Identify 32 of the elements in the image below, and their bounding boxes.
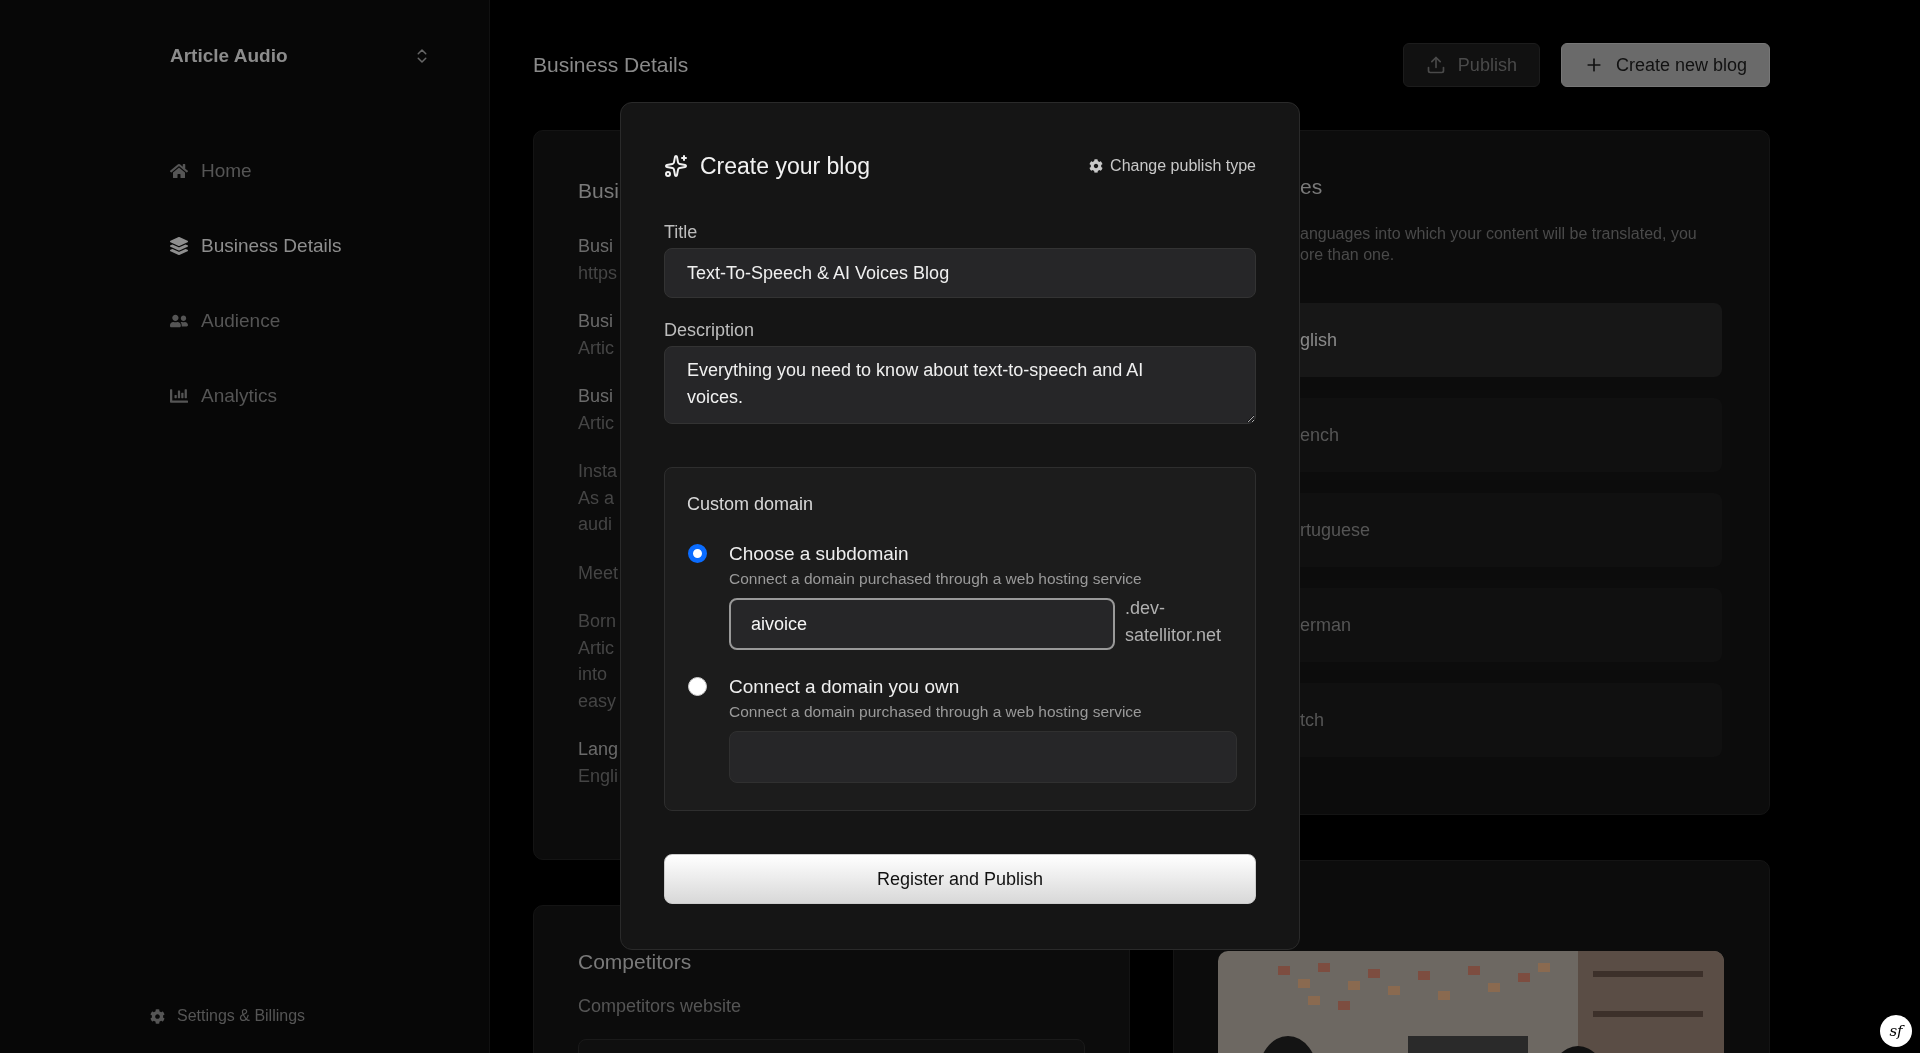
text-line: Born [578, 610, 617, 633]
text-line: As a [578, 486, 615, 510]
field-value: Artic [578, 336, 614, 360]
text-line: into [578, 663, 608, 686]
description-line: anguages into which your content will be translated, you [1300, 224, 1697, 244]
field-value: https [578, 261, 618, 285]
page-title: Business Details [533, 53, 689, 77]
dialog-title: Create your blog [700, 152, 871, 180]
text-line: Insta [578, 460, 618, 483]
option-label: Choose a subdomain [729, 543, 910, 565]
option-hint: Connect a domain purchased through a web hosting service [729, 703, 1143, 721]
field-label: Busi [578, 385, 613, 408]
card-heading: Competitors [578, 950, 693, 974]
text-line: audi [578, 513, 613, 536]
field-label: Busi [578, 310, 613, 333]
field-label: Competitors website [578, 996, 743, 1017]
text-line: Meet [578, 561, 619, 585]
field-label: Title [664, 222, 699, 243]
field-value: Artic [578, 411, 614, 435]
field-label: Lang [578, 738, 619, 761]
text-line: easy [578, 689, 617, 713]
option-label: Connect a domain you own [729, 676, 961, 698]
card-heading: Busi [578, 179, 620, 203]
app-title: Article Audio [170, 45, 288, 67]
text-line: Artic [578, 636, 614, 660]
section-heading: Custom domain [687, 494, 815, 515]
option-hint: Connect a domain purchased through a web hosting service [729, 570, 1143, 588]
field-label: Description [664, 320, 756, 341]
card-heading: es [1300, 175, 1324, 199]
field-value: Engli [578, 764, 619, 788]
field-label: Busi [578, 235, 613, 258]
description-line: ore than one. [1300, 245, 1395, 265]
